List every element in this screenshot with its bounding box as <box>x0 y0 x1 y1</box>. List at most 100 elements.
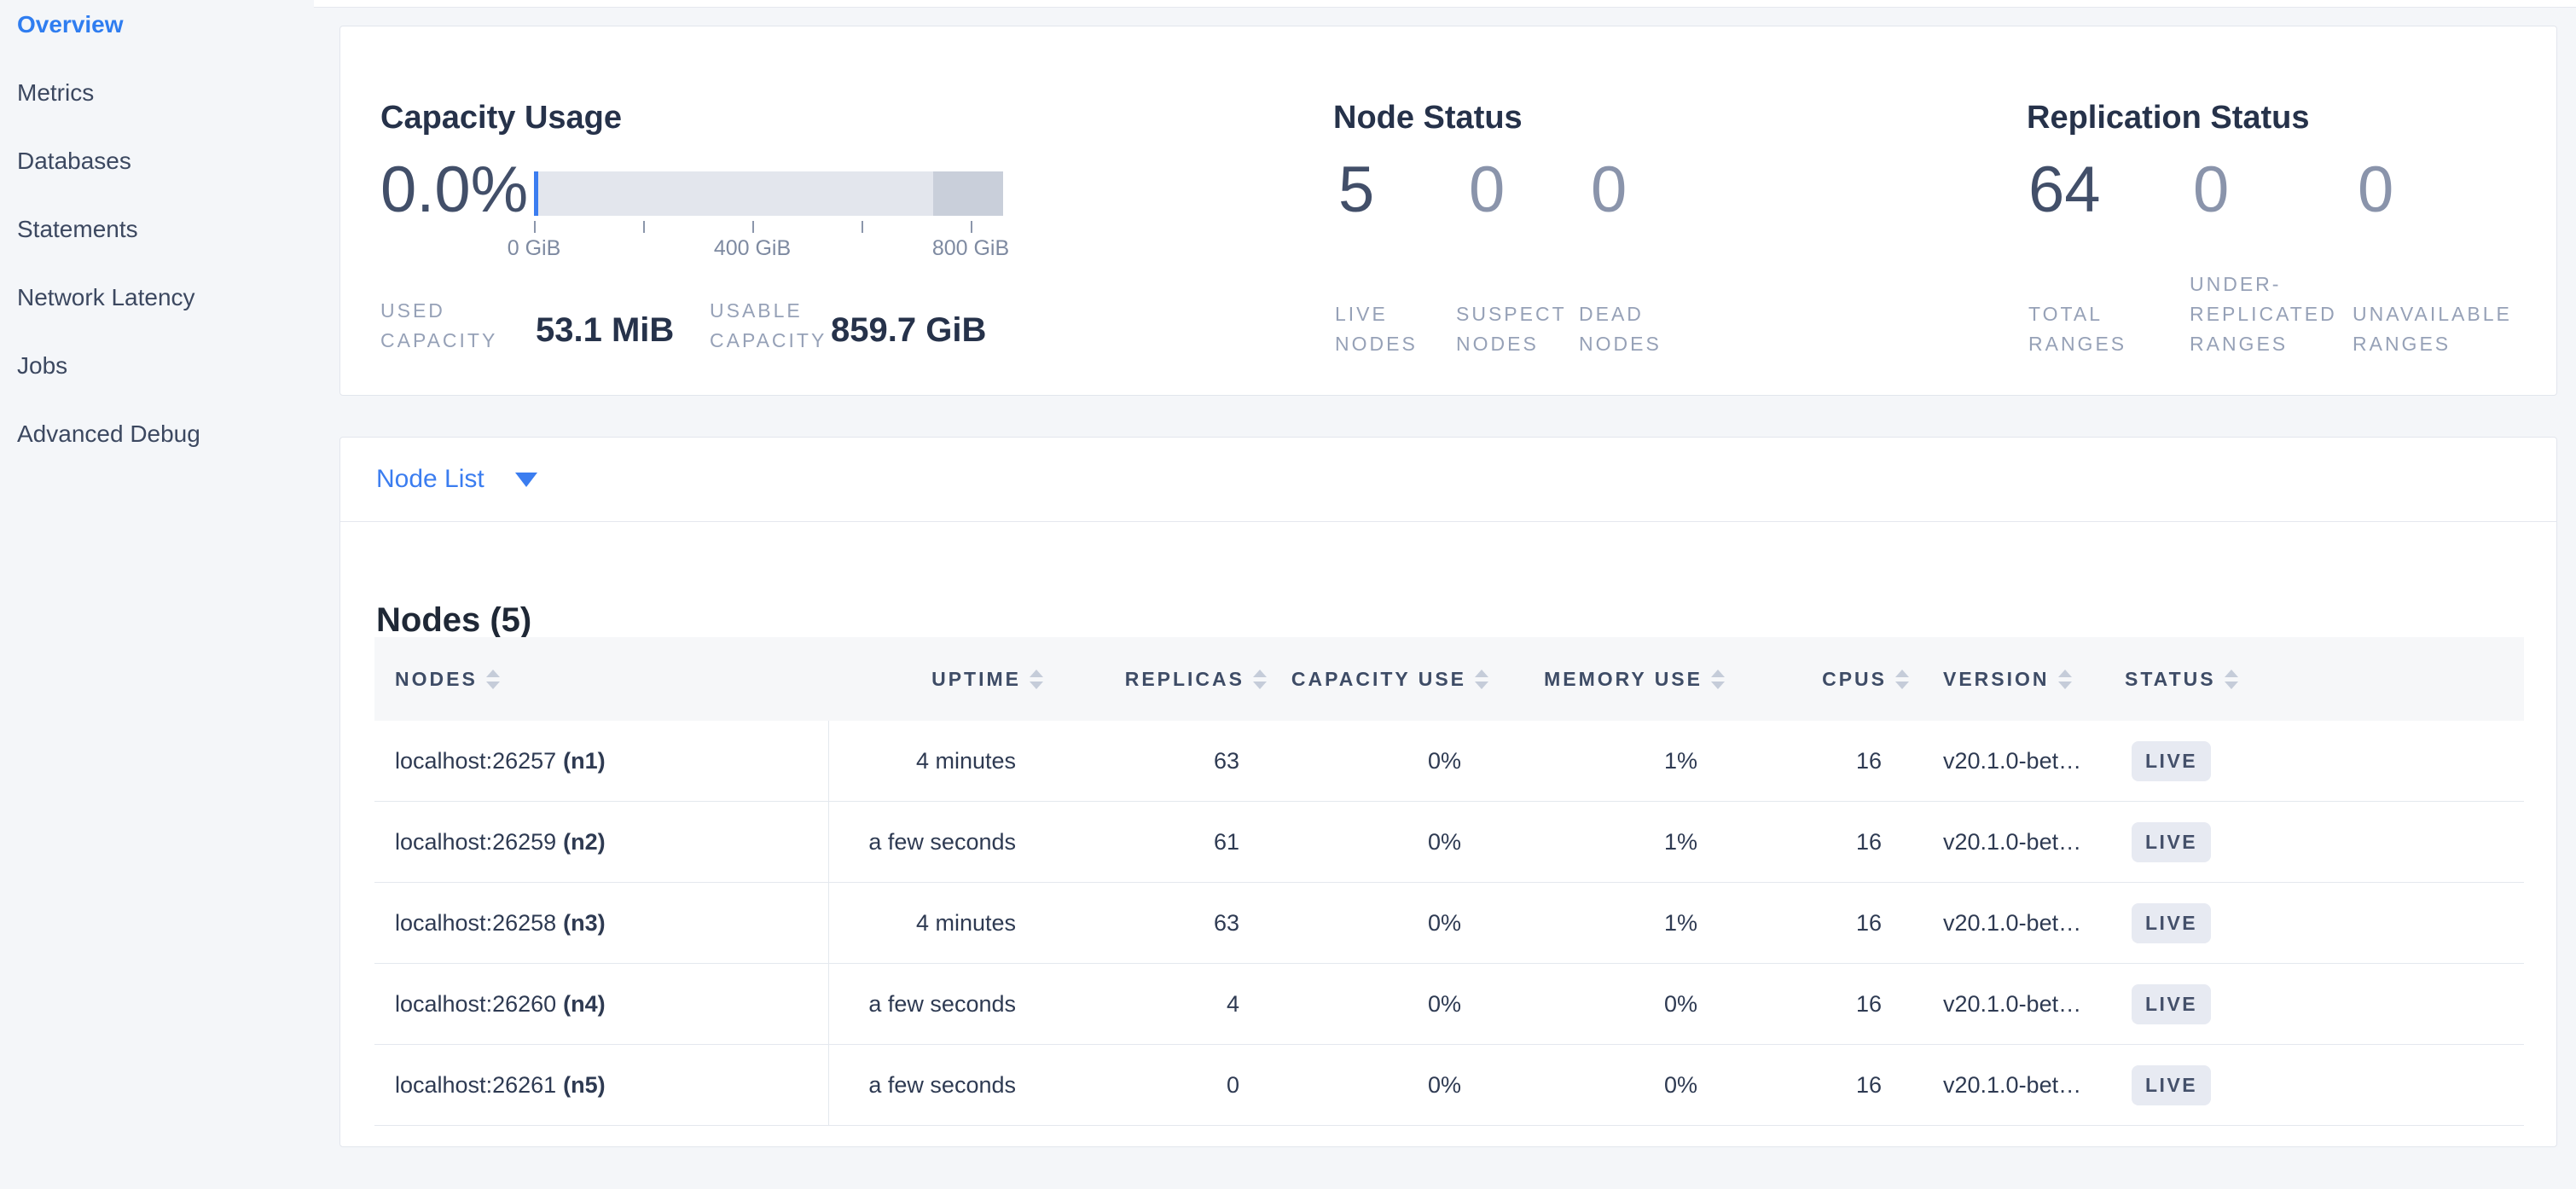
under-replicated-count: 0 <box>2193 156 2229 224</box>
table-row[interactable]: localhost:26259(n2)a few seconds610%1%16… <box>374 802 2524 883</box>
replicas-cell: 63 <box>1047 748 1270 774</box>
sort-icon <box>1475 670 1488 689</box>
chevron-down-icon <box>515 473 537 487</box>
capacity-use-cell: 0% <box>1270 748 1492 774</box>
table-row[interactable]: localhost:26258(n3)4 minutes630%1%16v20.… <box>374 883 2524 964</box>
uptime-cell: 4 minutes <box>829 910 1047 937</box>
capacity-use-cell: 0% <box>1270 1072 1492 1099</box>
dead-nodes-count: 0 <box>1591 156 1627 224</box>
dead-nodes-label: DEAD NODES <box>1579 299 1681 359</box>
status-badge: LIVE <box>2132 822 2211 862</box>
status-cell: LIVE <box>2123 741 2524 781</box>
replicas-cell: 0 <box>1047 1072 1270 1099</box>
node-id: (n4) <box>563 991 606 1018</box>
cluster-overview-page: Overview Metrics Databases Statements Networ… <box>0 0 2576 1189</box>
column-header-label: UPTIME <box>931 668 1021 691</box>
sidebar-item-metrics[interactable]: Metrics <box>0 68 314 118</box>
capacity-use-cell: 0% <box>1270 910 1492 937</box>
usable-capacity-label: USABLE CAPACITY <box>710 296 846 356</box>
unavailable-count: 0 <box>2358 156 2393 224</box>
suspect-nodes-label: SUSPECT NODES <box>1456 299 1575 359</box>
sidebar-item-overview[interactable]: Overview <box>0 0 314 49</box>
used-capacity-marker <box>534 171 538 216</box>
sidebar-item-jobs[interactable]: Jobs <box>0 341 314 391</box>
capacity-used-percent: 0.0% <box>380 156 528 224</box>
node-address-cell[interactable]: localhost:26257(n1) <box>374 721 829 801</box>
nodes-table-body: localhost:26257(n1)4 minutes630%1%16v20.… <box>374 721 2524 1126</box>
suspect-nodes-count: 0 <box>1469 156 1505 224</box>
capacity-use-cell: 0% <box>1270 991 1492 1018</box>
node-address: localhost:26260 <box>395 991 556 1018</box>
node-id: (n3) <box>563 910 606 937</box>
cpus-cell: 16 <box>1728 829 1912 856</box>
node-address-cell[interactable]: localhost:26260 (n4) <box>374 964 829 1044</box>
axis-label-0: 0 GiB <box>508 236 561 261</box>
capacity-gauge-nonusable-segment <box>933 171 1004 216</box>
sort-icon <box>1895 670 1909 689</box>
status-cell: LIVE <box>2123 822 2524 862</box>
sidebar-nav: Overview Metrics Databases Statements Networ… <box>0 0 314 1189</box>
node-list-dropdown-bar: Node List <box>340 438 2556 522</box>
node-status-title: Node Status <box>1333 100 1523 136</box>
cluster-summary-card: Capacity Usage 0.0% 0 GiB 400 GiB 800 Gi… <box>339 26 2557 396</box>
capacity-axis-ticks <box>534 221 1003 233</box>
total-ranges-count: 64 <box>2028 156 2101 224</box>
live-nodes-count: 5 <box>1338 156 1374 224</box>
node-list-dropdown[interactable]: Node List <box>376 465 537 494</box>
status-cell: LIVE <box>2123 984 2524 1024</box>
column-header-version[interactable]: VERSION <box>1912 637 2123 721</box>
sidebar-item-statements[interactable]: Statements <box>0 205 314 254</box>
column-header-cpus[interactable]: CPUS <box>1728 637 1912 721</box>
uptime-cell: 4 minutes <box>829 748 1047 774</box>
node-address: localhost:26258 <box>395 910 556 937</box>
sort-icon <box>486 670 500 689</box>
uptime-cell: a few seconds <box>829 991 1047 1018</box>
column-header-label: NODES <box>395 668 478 691</box>
column-header-uptime[interactable]: UPTIME <box>829 637 1047 721</box>
table-row[interactable]: localhost:26261(n5)a few seconds00%0%16v… <box>374 1045 2524 1126</box>
column-header-nodes[interactable]: NODES <box>374 637 829 721</box>
sidebar-item-databases[interactable]: Databases <box>0 136 314 186</box>
top-header-edge <box>314 0 2576 8</box>
node-address-cell[interactable]: localhost:26258 (n3) <box>374 883 829 963</box>
usable-capacity-value: 859.7 GiB <box>831 311 986 350</box>
live-nodes-label: LIVE NODES <box>1335 299 1437 359</box>
used-capacity-value: 53.1 MiB <box>536 311 674 350</box>
sidebar-item-advanced-debug[interactable]: Advanced Debug <box>0 409 314 459</box>
unavailable-label: UNAVAILABLE RANGES <box>2353 299 2532 359</box>
total-ranges-label: TOTAL RANGES <box>2028 299 2139 359</box>
nodes-count-title: Nodes (5) <box>376 601 531 640</box>
node-address-cell[interactable]: localhost:26261(n5) <box>374 1045 829 1125</box>
node-list-card: Node List Nodes (5) NODESUPTIMEREPLICASC… <box>339 437 2557 1147</box>
used-capacity-label: USED CAPACITY <box>380 296 517 356</box>
status-cell: LIVE <box>2123 1065 2524 1105</box>
table-row[interactable]: localhost:26257(n1)4 minutes630%1%16v20.… <box>374 721 2524 802</box>
node-address: localhost:26259 <box>395 829 556 856</box>
uptime-cell: a few seconds <box>829 1072 1047 1099</box>
replicas-cell: 63 <box>1047 910 1270 937</box>
status-badge: LIVE <box>2132 903 2211 943</box>
column-header-capacity-use[interactable]: CAPACITY USE <box>1270 637 1492 721</box>
column-header-memory-use[interactable]: MEMORY USE <box>1492 637 1728 721</box>
column-header-label: STATUS <box>2125 668 2216 691</box>
sort-icon <box>1253 670 1267 689</box>
node-id: (n5) <box>563 1072 606 1099</box>
status-badge: LIVE <box>2132 741 2211 781</box>
table-row[interactable]: localhost:26260(n4)a few seconds40%0%16v… <box>374 964 2524 1045</box>
nodes-table-header: NODES UPTIME REPLICASCAPACITY USEMEMORY US… <box>374 637 2524 721</box>
cpus-cell: 16 <box>1728 748 1912 774</box>
sidebar-item-network-latency[interactable]: Network Latency <box>0 273 314 322</box>
column-header-label: CPUS <box>1822 668 1887 691</box>
axis-label-400: 400 GiB <box>714 236 791 261</box>
column-header-replicas[interactable]: REPLICAS <box>1047 637 1270 721</box>
node-id: (n1) <box>563 748 606 774</box>
memory-use-cell: 1% <box>1492 748 1728 774</box>
capacity-gauge-bar <box>534 171 1003 216</box>
column-header-status[interactable]: STATUS <box>2123 637 2524 721</box>
replication-status-title: Replication Status <box>2027 100 2310 136</box>
cpus-cell: 16 <box>1728 991 1912 1018</box>
memory-use-cell: 0% <box>1492 1072 1728 1099</box>
version-cell: v20.1.0-bet… <box>1912 1072 2123 1099</box>
version-cell: v20.1.0-bet… <box>1912 748 2123 774</box>
node-address-cell[interactable]: localhost:26259(n2) <box>374 802 829 882</box>
